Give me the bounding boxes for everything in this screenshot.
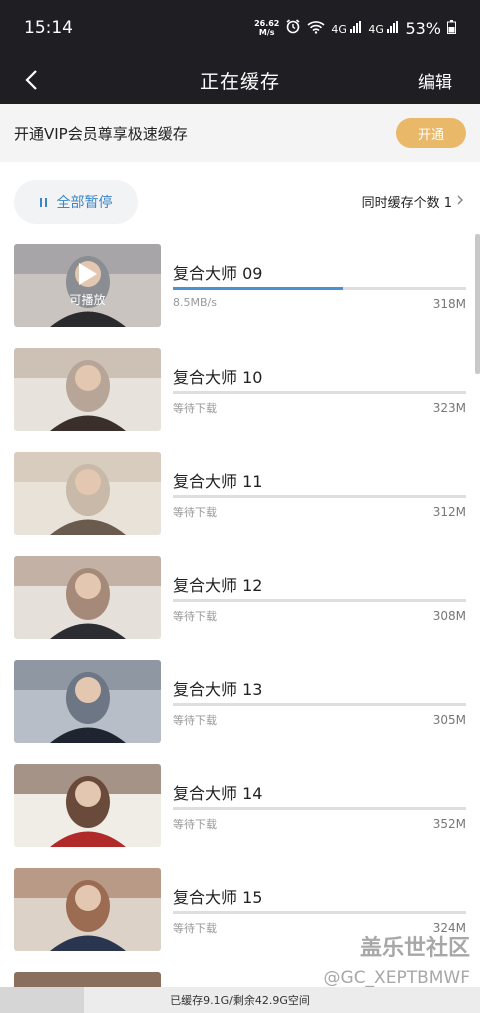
- video-thumbnail[interactable]: [14, 764, 161, 847]
- download-progress-bar: [173, 911, 466, 914]
- concurrent-downloads-setting[interactable]: 同时缓存个数 1: [362, 192, 464, 211]
- storage-bar: 已缓存9.1G/剩余42.9G空间: [0, 987, 480, 1013]
- signal-label-1: 4G: [331, 22, 347, 36]
- item-title: 复合大师 11: [173, 472, 263, 491]
- item-status: 8.5MB/s: [173, 296, 217, 309]
- download-item[interactable]: 复合大师 14 等待下载 352M: [0, 764, 480, 848]
- item-title: 复合大师 12: [173, 576, 263, 595]
- storage-text: 已缓存9.1G/剩余42.9G空间: [170, 994, 310, 1007]
- item-status: 等待下载: [173, 402, 217, 415]
- vip-promo-text: 开通VIP会员尊享极速缓存: [14, 124, 188, 143]
- pause-icon: [39, 197, 47, 207]
- status-time: 15:14: [24, 18, 73, 38]
- download-item[interactable]: 复合大师 12 等待下载 308M: [0, 556, 480, 640]
- item-size: 308M: [432, 609, 466, 623]
- wifi-icon: [307, 19, 325, 38]
- net-speed-unit: M/s: [258, 28, 275, 37]
- download-item[interactable]: 复合大师 13 等待下载 305M: [0, 660, 480, 744]
- alarm-icon: [285, 18, 301, 38]
- item-title: 复合大师 15: [173, 888, 263, 907]
- vip-open-button[interactable]: 开通: [396, 118, 466, 148]
- video-thumbnail[interactable]: [14, 660, 161, 743]
- item-title: 复合大师 14: [173, 784, 263, 803]
- watermark-title: 盖乐世社区: [359, 936, 470, 961]
- back-button[interactable]: [18, 65, 48, 95]
- video-thumbnail[interactable]: 可播放: [14, 244, 161, 327]
- item-status: 等待下载: [173, 818, 217, 831]
- item-size: 323M: [432, 401, 466, 415]
- download-item[interactable]: 复合大师 11 等待下载 312M: [0, 452, 480, 536]
- download-progress-bar: [173, 495, 466, 498]
- battery-icon: [447, 19, 456, 38]
- download-progress-bar: [173, 391, 466, 394]
- item-size: 352M: [432, 817, 466, 831]
- item-status: 等待下载: [173, 610, 217, 623]
- nav-bar: 正在缓存 编辑: [0, 56, 480, 104]
- video-thumbnail[interactable]: [14, 868, 161, 951]
- chevron-left-icon: [25, 70, 37, 90]
- download-progress-bar: [173, 703, 466, 706]
- download-item[interactable]: 复合大师 10 等待下载 323M: [0, 348, 480, 432]
- scrollbar[interactable]: [475, 234, 480, 374]
- download-progress-bar: [173, 599, 466, 602]
- item-status: 等待下载: [173, 922, 217, 935]
- status-icons: 26.62 M/s 4G 4G 53%: [254, 18, 456, 38]
- video-thumbnail[interactable]: [14, 348, 161, 431]
- item-status: 等待下载: [173, 714, 217, 727]
- signal-label-2: 4G: [368, 22, 384, 36]
- item-size: 318M: [432, 297, 466, 311]
- item-size: 305M: [432, 713, 466, 727]
- vip-promo-bar: 开通VIP会员尊享极速缓存 开通: [0, 104, 480, 162]
- pause-all-label: 全部暂停: [56, 195, 113, 211]
- video-thumbnail[interactable]: [14, 556, 161, 639]
- status-bar: 15:14 26.62 M/s 4G 4G 53%: [0, 0, 480, 56]
- signal-icon-2: 4G: [368, 20, 399, 36]
- download-progress-bar: [173, 287, 466, 290]
- signal-icon-1: 4G: [331, 20, 362, 36]
- battery-percent: 53%: [405, 18, 441, 38]
- edit-button[interactable]: 编辑: [418, 68, 452, 93]
- play-overlay[interactable]: 可播放: [14, 244, 161, 327]
- video-thumbnail[interactable]: [14, 452, 161, 535]
- page-title: 正在缓存: [199, 70, 280, 93]
- net-speed-indicator: 26.62 M/s: [254, 19, 279, 37]
- playable-label: 可播放: [69, 293, 106, 307]
- item-title: 复合大师 13: [173, 680, 263, 699]
- chevron-right-icon: [456, 194, 464, 210]
- net-speed-value: 26.62: [254, 19, 280, 28]
- download-item[interactable]: 可播放 复合大师 09 8.5MB/s 318M: [0, 244, 480, 328]
- item-title: 复合大师 10: [173, 368, 263, 387]
- download-progress-bar: [173, 807, 466, 810]
- play-icon: [78, 263, 97, 285]
- item-size: 312M: [432, 505, 466, 519]
- download-controls: 全部暂停 同时缓存个数 1: [0, 180, 480, 224]
- download-progress-fill: [173, 287, 343, 290]
- concurrent-label: 同时缓存个数 1: [361, 196, 452, 211]
- item-title: 复合大师 09: [173, 264, 263, 283]
- item-status: 等待下载: [173, 506, 217, 519]
- watermark-handle: @GC_XEPTBMWF: [323, 968, 470, 988]
- pause-all-button[interactable]: 全部暂停: [14, 180, 138, 224]
